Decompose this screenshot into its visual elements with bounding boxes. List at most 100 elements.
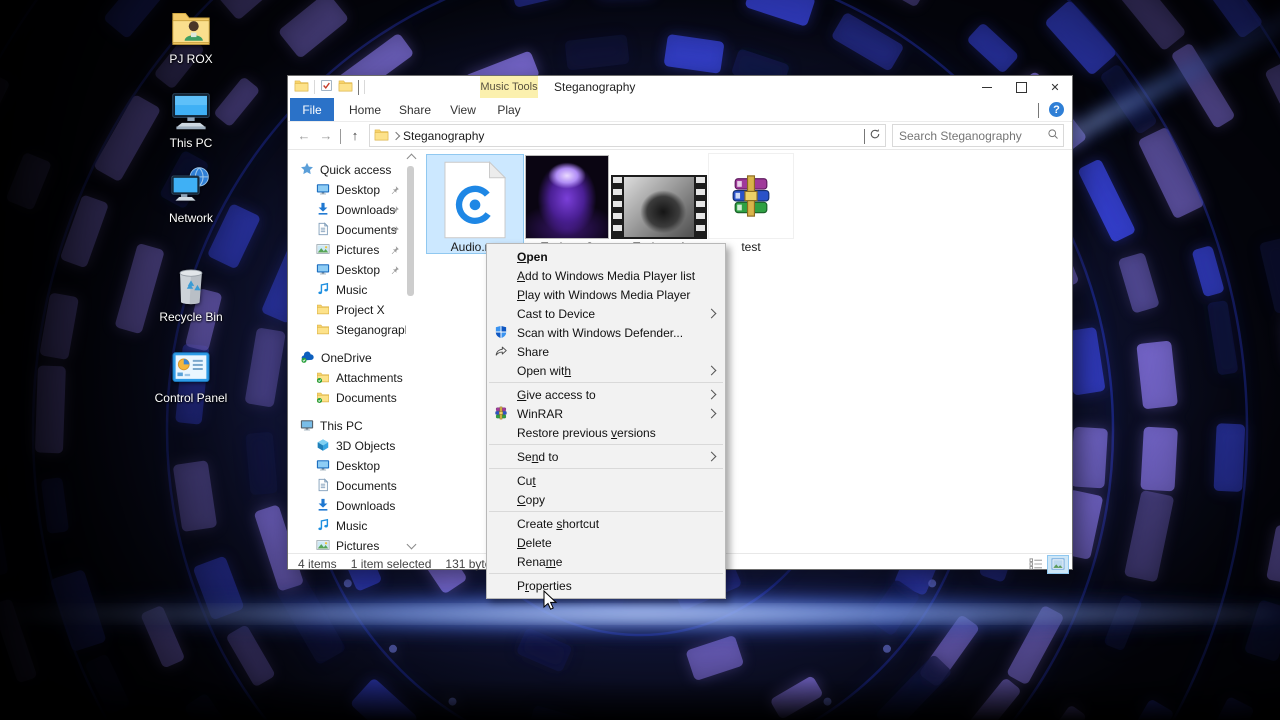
menu-item-add-to-windows-media-player-list[interactable]: Add to Windows Media Player list (487, 266, 725, 285)
menu-item-give-access-to[interactable]: Give access to (487, 385, 725, 404)
refresh-icon[interactable] (869, 128, 881, 143)
sidebar-item-documents[interactable]: Documents (288, 388, 406, 408)
desktop-icon-pj-rox[interactable]: PJ ROX (151, 8, 231, 66)
this-pc-icon (300, 418, 314, 435)
breadcrumb-folder-label[interactable]: Steganography (403, 129, 484, 143)
menu-item-properties[interactable]: Properties (487, 576, 725, 595)
desktop-icon-control-panel[interactable]: Control Panel (151, 349, 231, 405)
desktop-icon-recycle-bin[interactable]: Recycle Bin (151, 262, 231, 324)
menu-item-restore-previous-versions[interactable]: Restore previous versions (487, 423, 725, 442)
pin-icon (390, 244, 400, 258)
menu-item-scan-with-windows-defender[interactable]: Scan with Windows Defender... (487, 323, 725, 342)
menu-item-play-with-windows-media-player[interactable]: Play with Windows Media Player (487, 285, 725, 304)
breadcrumb[interactable]: Steganography (369, 124, 886, 147)
sidebar-item-3d-objects[interactable]: 3D Objects (288, 436, 406, 456)
new-folder-icon[interactable] (338, 79, 353, 95)
title-bar[interactable]: Music Tools Steganography ✕ (288, 76, 1072, 98)
up-icon[interactable]: ↑ (347, 128, 363, 143)
sidebar-item-documents[interactable]: Documents (288, 220, 406, 240)
search-input[interactable] (897, 127, 1047, 144)
maximize-button[interactable] (1004, 76, 1038, 98)
properties-icon[interactable] (320, 79, 333, 95)
large-icons-view-icon[interactable] (1047, 554, 1069, 574)
sidebar-item-pictures[interactable]: Pictures (288, 536, 406, 553)
menu-item-create-shortcut[interactable]: Create shortcut (487, 514, 725, 533)
tab-file[interactable]: File (290, 98, 334, 121)
tab-home[interactable]: Home (340, 98, 390, 121)
sidebar-item-attachments[interactable]: Attachments (288, 368, 406, 388)
sidebar-item-this-pc[interactable]: This PC (288, 416, 406, 436)
sidebar-item-label: Pictures (336, 539, 380, 553)
scrollbar-thumb[interactable] (407, 166, 414, 296)
pictures-icon (316, 538, 330, 554)
file-tech-mp4[interactable]: Tech.mp4 (611, 155, 707, 254)
downloads-icon (316, 202, 330, 219)
sidebar-item-music[interactable]: Music (288, 516, 406, 536)
scroll-down-icon[interactable] (406, 539, 417, 550)
sidebar-item-project-x[interactable]: Project X (288, 300, 406, 320)
sidebar-item-label: Downloads (336, 203, 396, 217)
scroll-up-icon[interactable] (406, 153, 417, 164)
sidebar-item-music[interactable]: Music (288, 280, 406, 300)
menu-separator (489, 444, 723, 445)
app-folder-icon (294, 79, 309, 95)
sidebar-item-pictures[interactable]: Pictures (288, 240, 406, 260)
menu-item-open-with[interactable]: Open with (487, 361, 725, 380)
file-test[interactable]: test (703, 153, 799, 254)
search-box[interactable] (892, 124, 1064, 147)
back-icon[interactable]: ← (296, 128, 312, 143)
menu-item-copy[interactable]: Copy (487, 490, 725, 509)
navigation-scrollbar[interactable] (406, 150, 417, 553)
sidebar-item-onedrive[interactable]: OneDrive (288, 348, 406, 368)
pin-icon (390, 224, 400, 238)
sidebar-item-steganography[interactable]: Steganography (288, 320, 406, 340)
file-tech-mp3[interactable]: Tech.mp3 (519, 155, 615, 254)
sidebar-item-desktop[interactable]: Desktop (288, 456, 406, 476)
minimize-button[interactable] (970, 76, 1004, 98)
help-icon[interactable]: ? (1049, 102, 1064, 117)
recent-locations-chevron-icon[interactable] (340, 128, 341, 144)
status-item-count: 4 items (298, 557, 337, 571)
menu-separator (489, 468, 723, 469)
menu-item-share[interactable]: Share (487, 342, 725, 361)
forward-icon[interactable]: → (318, 128, 334, 143)
menu-item-winrar[interactable]: WinRAR (487, 404, 725, 423)
sidebar-section-gap (288, 340, 406, 348)
status-selection: 1 item selected (350, 557, 432, 571)
menu-item-open[interactable]: Open (487, 247, 725, 266)
sidebar-item-quick-access[interactable]: Quick access (288, 160, 406, 180)
menu-item-label: Cast to Device (517, 306, 596, 321)
sidebar-item-documents[interactable]: Documents (288, 476, 406, 496)
sidebar-item-desktop[interactable]: Desktop (288, 180, 406, 200)
defender-icon (494, 325, 508, 342)
submenu-arrow-icon (706, 408, 717, 419)
context-menu: Open Add to Windows Media Player list Play… (486, 243, 726, 599)
close-button[interactable]: ✕ (1038, 76, 1072, 98)
window-controls: ✕ (970, 76, 1072, 98)
file-audio-rar[interactable]: Audio.rar (426, 154, 524, 254)
tab-play[interactable]: Play (480, 98, 538, 121)
desktop-icon-network[interactable]: Network (151, 165, 231, 225)
sidebar-item-downloads[interactable]: Downloads (288, 496, 406, 516)
search-icon[interactable] (1047, 128, 1059, 143)
pin-icon (390, 264, 400, 278)
address-dropdown-chevron-icon[interactable] (864, 128, 865, 144)
menu-item-label: Copy (517, 492, 546, 507)
menu-item-cast-to-device[interactable]: Cast to Device (487, 304, 725, 323)
desktop-icon-this-pc[interactable]: This PC (151, 90, 231, 150)
details-view-icon[interactable] (1026, 556, 1046, 573)
menu-item-delete[interactable]: Delete (487, 533, 725, 552)
sidebar-item-label: Documents (336, 391, 397, 405)
minimize-ribbon-chevron-icon[interactable] (1038, 102, 1039, 118)
sidebar-item-desktop[interactable]: Desktop (288, 260, 406, 280)
menu-item-label: Create shortcut (517, 516, 600, 531)
address-bar-row: ← → ↑ Steganography (288, 122, 1072, 150)
breadcrumb-chevron-icon[interactable] (391, 131, 401, 140)
sidebar-item-downloads[interactable]: Downloads (288, 200, 406, 220)
menu-item-send-to[interactable]: Send to (487, 447, 725, 466)
menu-item-rename[interactable]: Rename (487, 552, 725, 571)
menu-item-cut[interactable]: Cut (487, 471, 725, 490)
folder-icon (316, 302, 330, 319)
customize-qat-chevron-icon[interactable] (358, 80, 359, 95)
tab-share[interactable]: Share (390, 98, 440, 121)
